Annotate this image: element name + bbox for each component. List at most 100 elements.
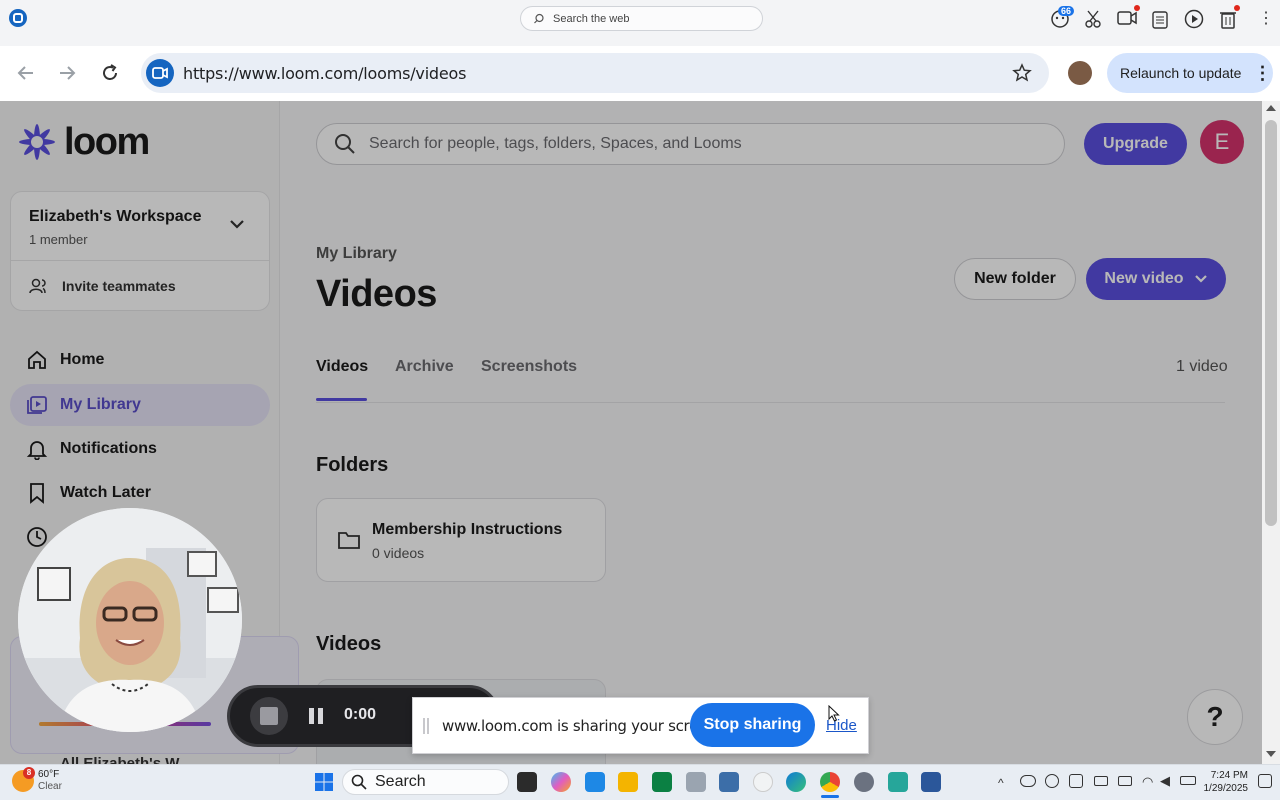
- clock-icon[interactable]: [26, 526, 48, 548]
- trash-icon[interactable]: [1219, 9, 1237, 29]
- help-button[interactable]: ?: [1187, 689, 1243, 745]
- weather-widget[interactable]: 60°F Clear: [38, 769, 62, 793]
- task-view-icon[interactable]: [517, 772, 537, 792]
- scroll-up-arrow-icon[interactable]: [1266, 105, 1276, 111]
- clock-time: 7:24 PM: [1210, 770, 1248, 781]
- drag-handle-icon[interactable]: [423, 718, 429, 734]
- stop-square-icon: [260, 707, 278, 725]
- bookmark-star-icon[interactable]: [1012, 63, 1032, 83]
- pause-icon[interactable]: [308, 707, 324, 725]
- reload-icon[interactable]: [100, 63, 120, 83]
- workspace-members: 1 member: [29, 232, 88, 247]
- taskbar-clock[interactable]: 7:24 PM 1/29/2025: [1198, 769, 1249, 795]
- stop-sharing-button[interactable]: Stop sharing: [690, 703, 815, 747]
- folders-heading: Folders: [316, 454, 389, 476]
- active-app-indicator: [821, 795, 839, 798]
- snipping-tool-icon[interactable]: [686, 772, 706, 792]
- battery-icon[interactable]: [1180, 776, 1196, 785]
- weather-desc: Clear: [38, 781, 62, 792]
- relaunch-more-icon: ⋮: [1253, 62, 1272, 83]
- taskbar-search-label: Search: [375, 773, 426, 790]
- play-circle-icon[interactable]: [1184, 9, 1204, 29]
- sidebar-item-home[interactable]: Home: [10, 339, 270, 381]
- webcam-bubble[interactable]: [18, 508, 242, 732]
- workspace-card[interactable]: Elizabeth's Workspace 1 member Invite te…: [10, 191, 270, 311]
- tabs-divider: [316, 402, 1225, 403]
- network-tray-icon[interactable]: [1069, 774, 1083, 788]
- onedrive-icon[interactable]: [1020, 775, 1036, 787]
- teams-icon[interactable]: [652, 772, 672, 792]
- notification-badge: 66: [1058, 6, 1075, 16]
- windows-start-icon[interactable]: [314, 772, 334, 792]
- sync-icon[interactable]: [1045, 774, 1059, 788]
- relaunch-button[interactable]: Relaunch to update ⋮: [1107, 53, 1273, 93]
- clipboard-icon[interactable]: [1152, 9, 1168, 29]
- new-folder-button[interactable]: New folder: [954, 258, 1076, 300]
- edge-icon[interactable]: [786, 772, 806, 792]
- scrollbar-thumb[interactable]: [1265, 120, 1277, 526]
- photos-icon[interactable]: [719, 772, 739, 792]
- breadcrumb[interactable]: My Library: [316, 245, 397, 263]
- loom-logo[interactable]: loom: [18, 121, 150, 163]
- store-icon[interactable]: [585, 772, 605, 792]
- tab-screenshots[interactable]: Screenshots: [481, 358, 577, 376]
- search-web-placeholder: Search the web: [553, 12, 630, 25]
- invite-teammates-button[interactable]: Invite teammates: [29, 277, 176, 295]
- folder-name: Membership Instructions: [372, 521, 563, 538]
- search-icon: [335, 134, 355, 154]
- stop-recording-button[interactable]: [250, 697, 288, 735]
- tab-videos[interactable]: Videos: [316, 358, 368, 376]
- chevron-down-icon[interactable]: [229, 218, 245, 230]
- main-search-input[interactable]: Search for people, tags, folders, Spaces…: [316, 123, 1065, 165]
- folder-count: 0 videos: [372, 545, 425, 561]
- search-icon: [351, 774, 367, 790]
- mouse-cursor-icon: [828, 705, 840, 723]
- workspace-divider: [11, 260, 269, 261]
- display-icon[interactable]: [1118, 776, 1132, 786]
- folder-card[interactable]: Membership Instructions 0 videos: [316, 498, 606, 582]
- relaunch-label: Relaunch to update: [1120, 65, 1242, 81]
- record-dot-icon: [1134, 5, 1140, 11]
- media-icon[interactable]: [753, 772, 773, 792]
- sidebar-item-label: Notifications: [60, 440, 157, 457]
- sidebar-item-notifications[interactable]: Notifications: [10, 428, 270, 470]
- new-video-button[interactable]: New video: [1086, 258, 1226, 300]
- notification-center-icon[interactable]: [1258, 774, 1272, 788]
- forward-arrow-icon[interactable]: [57, 63, 77, 83]
- chrome-icon[interactable]: [820, 772, 840, 792]
- url-text[interactable]: https://www.loom.com/looms/videos: [183, 64, 466, 83]
- profile-avatar[interactable]: [1068, 61, 1092, 85]
- page-title: Videos: [316, 273, 437, 315]
- loom-wordmark: loom: [64, 121, 150, 163]
- upgrade-button[interactable]: Upgrade: [1084, 123, 1187, 165]
- keyboard-icon[interactable]: [1094, 776, 1108, 786]
- sidebar-bottom-label[interactable]: All Elizabeth's W...: [60, 755, 191, 764]
- main-search-placeholder: Search for people, tags, folders, Spaces…: [369, 135, 742, 152]
- more-menu-icon[interactable]: ⋮: [1258, 9, 1274, 29]
- weather-badge: 8: [23, 767, 35, 779]
- videos-heading: Videos: [316, 633, 382, 655]
- maps-icon[interactable]: [888, 772, 908, 792]
- sidebar-item-my-library[interactable]: My Library: [10, 384, 270, 426]
- user-avatar[interactable]: E: [1200, 120, 1244, 164]
- video-count: 1 video: [1176, 358, 1228, 375]
- back-arrow-icon[interactable]: [16, 63, 36, 83]
- taskbar-search[interactable]: Search: [342, 769, 509, 795]
- copilot-taskbar-icon[interactable]: [551, 772, 571, 792]
- scroll-down-arrow-icon[interactable]: [1266, 751, 1276, 757]
- webcam-person-image: [18, 508, 242, 732]
- wifi-icon[interactable]: ◠: [1142, 774, 1153, 790]
- search-web-box[interactable]: Search the web: [520, 6, 763, 31]
- site-camera-icon[interactable]: [146, 59, 174, 87]
- tab-archive[interactable]: Archive: [395, 358, 454, 376]
- settings-gear-icon[interactable]: [854, 772, 874, 792]
- browser-app-icon[interactable]: [9, 9, 27, 27]
- volume-icon[interactable]: ◀: [1160, 773, 1170, 789]
- tray-chevron-up-icon[interactable]: ^: [998, 776, 1004, 790]
- video-recorder-icon[interactable]: [1117, 10, 1137, 26]
- bookmark-icon: [30, 483, 44, 504]
- word-icon[interactable]: [921, 772, 941, 792]
- file-explorer-icon[interactable]: [618, 772, 638, 792]
- scissors-icon[interactable]: [1084, 9, 1102, 29]
- invite-people-icon: [29, 278, 46, 294]
